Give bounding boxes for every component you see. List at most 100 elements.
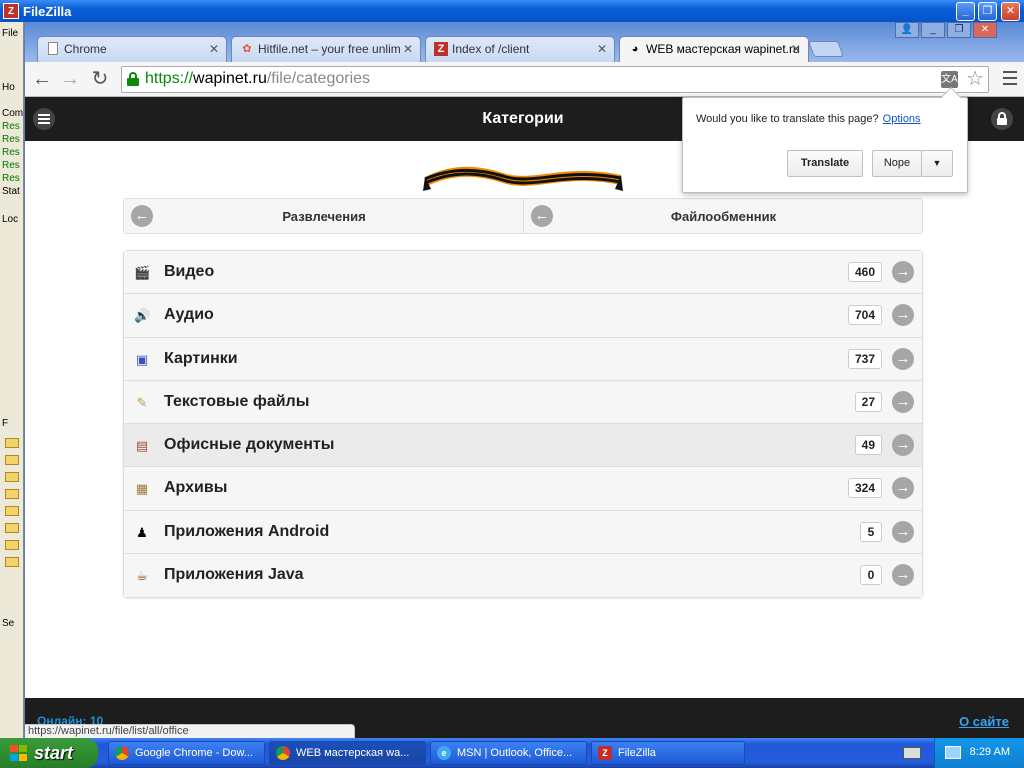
taskbar-item-chrome-downloads[interactable]: Google Chrome - Dow... bbox=[108, 741, 265, 765]
nope-dropdown-icon[interactable]: ▼ bbox=[921, 150, 953, 177]
folder-icon[interactable] bbox=[5, 540, 19, 550]
folder-icon[interactable] bbox=[5, 472, 19, 482]
tab-close-icon[interactable]: ✕ bbox=[403, 37, 413, 61]
category-row-java-apps[interactable]: ☕ Приложения Java 0 → bbox=[124, 554, 922, 598]
log-line: Res bbox=[2, 160, 20, 171]
new-tab-button[interactable] bbox=[808, 41, 844, 57]
folder-icon[interactable] bbox=[5, 506, 19, 516]
translate-options-link[interactable]: Options bbox=[883, 113, 921, 125]
category-row-android-apps[interactable]: ♟ Приложения Android 5 → bbox=[124, 510, 922, 555]
nav-entertainment[interactable]: ← Развлечения bbox=[124, 199, 524, 233]
chrome-restore-button[interactable]: ❐ bbox=[947, 22, 971, 38]
taskbar-item-msn[interactable]: e MSN | Outlook, Office... bbox=[430, 741, 587, 765]
bookmark-star-icon[interactable]: ☆ bbox=[966, 68, 984, 90]
category-name: Картинки bbox=[164, 349, 238, 367]
category-row-images[interactable]: ▣ Картинки 737 → bbox=[124, 337, 922, 381]
back-button[interactable]: ← bbox=[31, 68, 53, 90]
translate-icon[interactable]: 文A bbox=[941, 71, 958, 88]
folder-icon[interactable] bbox=[5, 438, 19, 448]
category-count: 704 bbox=[847, 305, 882, 326]
queue-label: Se bbox=[2, 618, 15, 629]
close-button[interactable]: ✕ bbox=[1001, 2, 1020, 21]
category-count: 460 bbox=[847, 262, 882, 282]
category-row-text-files[interactable]: ✎ Текстовые файлы 27 → bbox=[124, 380, 922, 425]
folder-icon[interactable] bbox=[5, 489, 19, 499]
forward-button[interactable]: → bbox=[59, 68, 81, 90]
android-icon: ♟ bbox=[136, 524, 148, 540]
reload-button[interactable]: ↻ bbox=[89, 68, 111, 90]
category-count: 27 bbox=[854, 391, 882, 412]
start-button[interactable]: start bbox=[0, 738, 98, 768]
forward-arrow-icon: → bbox=[892, 347, 914, 370]
tab-chrome[interactable]: Chrome ✕ bbox=[37, 36, 227, 62]
forward-arrow-icon: → bbox=[892, 304, 914, 327]
category-list: 🎬 Видео 460 → 🔊 Аудио 704 → ▣ Картинки 7… bbox=[123, 250, 923, 599]
image-icon: ▣ bbox=[135, 351, 149, 367]
video-icon: 🎬 bbox=[134, 265, 151, 280]
category-name: Приложения Java bbox=[164, 566, 304, 584]
archive-icon: ▦ bbox=[135, 481, 149, 497]
text-file-icon: ✎ bbox=[136, 394, 148, 410]
keyboard-icon[interactable] bbox=[903, 747, 921, 759]
category-count: 5 bbox=[860, 521, 882, 542]
category-name: Архивы bbox=[164, 479, 228, 497]
tab-title: Index of /client bbox=[452, 42, 530, 56]
site-login-lock-icon[interactable] bbox=[991, 108, 1013, 130]
log-line: Res bbox=[2, 134, 20, 145]
taskbar-item-filezilla[interactable]: Z FileZilla bbox=[591, 741, 745, 765]
tab-close-icon[interactable]: ✕ bbox=[209, 37, 219, 61]
wapinet-icon: ◕ bbox=[631, 43, 639, 55]
tab-wapinet[interactable]: ◕ WEB мастерская wapinet.ru ✕ bbox=[619, 36, 809, 63]
category-name: Аудио bbox=[164, 306, 214, 324]
category-nav: ← Развлечения ← Файлообменник bbox=[123, 198, 923, 234]
windows-taskbar: start Google Chrome - Dow... WEB мастерс… bbox=[0, 738, 1024, 768]
folder-icon[interactable] bbox=[5, 455, 19, 465]
taskbar-item-chrome-wapinet[interactable]: WEB мастерская wa... bbox=[269, 741, 426, 765]
tab-close-icon[interactable]: ✕ bbox=[791, 37, 801, 61]
tab-title: Chrome bbox=[64, 42, 107, 56]
forward-arrow-icon: → bbox=[892, 390, 914, 413]
category-row-office-docs[interactable]: ▤ Офисные документы 49 → bbox=[124, 424, 922, 468]
ie-icon: e bbox=[437, 746, 451, 760]
maximize-button[interactable]: ❐ bbox=[978, 2, 997, 21]
category-name: Приложения Android bbox=[164, 522, 330, 540]
nav-file-exchange[interactable]: ← Файлообменник bbox=[523, 199, 923, 233]
translate-button[interactable]: Translate bbox=[787, 150, 863, 177]
tab-index-client[interactable]: Z Index of /client ✕ bbox=[425, 36, 615, 62]
tab-hitfile[interactable]: ✿ Hitfile.net – your free unlim ✕ bbox=[231, 36, 421, 62]
chrome-minimize-button[interactable]: _ bbox=[921, 22, 945, 38]
windows-flag-icon bbox=[10, 745, 27, 761]
hitfile-icon: ✿ bbox=[242, 43, 252, 55]
category-row-archives[interactable]: ▦ Архивы 324 → bbox=[124, 467, 922, 511]
clock[interactable]: 8:29 AM bbox=[970, 746, 1010, 758]
chrome-menu-icon[interactable] bbox=[1003, 71, 1017, 87]
category-name: Видео bbox=[164, 263, 215, 280]
folder-icon[interactable] bbox=[5, 557, 19, 567]
folder-icon[interactable] bbox=[5, 523, 19, 533]
tab-close-icon[interactable]: ✕ bbox=[597, 37, 607, 61]
url-text[interactable]: https://wapinet.ru/file/categories bbox=[145, 70, 370, 88]
address-bar[interactable]: https://wapinet.ru/file/categories 文A ☆ bbox=[121, 66, 989, 93]
browser-toolbar: ← → ↻ https://wapinet.ru/file/categories… bbox=[25, 62, 1024, 97]
category-row-video[interactable]: 🎬 Видео 460 → bbox=[124, 251, 922, 295]
network-icon[interactable] bbox=[945, 746, 961, 759]
forward-arrow-icon: → bbox=[892, 477, 914, 500]
category-count: 737 bbox=[847, 348, 882, 369]
nope-button[interactable]: Nope bbox=[872, 150, 922, 177]
office-doc-icon: ▤ bbox=[135, 438, 149, 454]
profile-icon[interactable]: 👤 bbox=[895, 22, 919, 38]
chrome-icon bbox=[276, 746, 290, 760]
filezilla-icon: Z bbox=[434, 42, 448, 56]
about-link[interactable]: О сайте bbox=[959, 714, 1009, 729]
category-count: 49 bbox=[854, 435, 882, 456]
category-row-audio[interactable]: 🔊 Аудио 704 → bbox=[124, 294, 922, 338]
st-george-ribbon-logo bbox=[423, 166, 623, 191]
tab-strip: Chrome ✕ ✿ Hitfile.net – your free unlim… bbox=[25, 22, 1024, 63]
filezilla-host-label: Ho bbox=[2, 82, 15, 93]
file-list-header: F bbox=[2, 418, 9, 429]
minimize-button[interactable]: _ bbox=[956, 2, 975, 21]
chrome-close-button[interactable]: ✕ bbox=[973, 22, 997, 38]
filezilla-menu-file[interactable]: File bbox=[2, 28, 18, 39]
translate-bubble: Would you like to translate this page? Op… bbox=[682, 87, 968, 193]
log-line: Res bbox=[2, 121, 20, 132]
